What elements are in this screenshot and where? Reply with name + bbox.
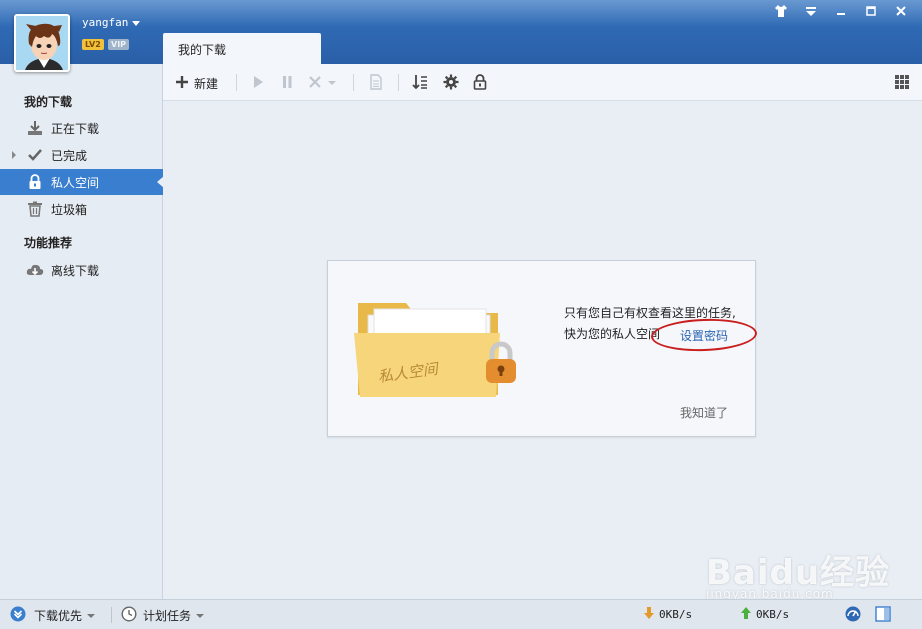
maximize-icon[interactable] [858, 4, 884, 22]
toolbar-divider [398, 74, 399, 91]
properties-button[interactable] [369, 73, 383, 93]
speed-mode-button[interactable] [845, 606, 861, 625]
sidebar-item-offline-download[interactable]: 离线下载 [0, 257, 163, 283]
sidebar-item-label: 离线下载 [51, 263, 100, 278]
minimize-icon[interactable] [828, 4, 854, 22]
sidebar-item-private-space[interactable]: 私人空间 [0, 169, 164, 195]
chevron-down-icon [87, 613, 96, 618]
cloud-download-icon [26, 261, 44, 279]
sidebar-item-trash[interactable]: 垃圾箱 [0, 196, 163, 222]
lock-icon [26, 173, 44, 191]
delete-button[interactable] [308, 73, 336, 93]
username-menu[interactable]: yangfan [82, 16, 141, 29]
sidebar-item-completed[interactable]: 已完成 [0, 142, 163, 168]
dashboard-icon [845, 606, 861, 625]
view-grid-button[interactable] [895, 73, 909, 93]
got-it-link[interactable]: 我知道了 [680, 404, 728, 421]
sidebar: 我的下载 正在下载 已完成 私人空间 垃圾箱 功能推荐 离线下载 [0, 64, 164, 599]
folder-lock-illustration: 私人空间 [354, 295, 534, 405]
new-task-button[interactable]: 新建 [175, 73, 218, 93]
chevron-down-icon [132, 20, 141, 26]
tab-label: 我的下载 [178, 43, 227, 57]
sort-icon [412, 74, 428, 93]
upload-speed-value: 0KB/s [756, 608, 790, 621]
sidebar-item-label: 私人空间 [51, 175, 100, 190]
download-speed: 0KB/s [643, 606, 692, 623]
check-icon [26, 146, 44, 164]
panel-icon [875, 606, 891, 625]
sidebar-section-my-downloads: 我的下载 [24, 95, 73, 109]
toolbar: 新建 [163, 64, 922, 101]
settings-button[interactable] [443, 73, 459, 93]
sort-button[interactable] [412, 73, 428, 93]
sidebar-item-downloading[interactable]: 正在下载 [0, 115, 163, 141]
new-task-label: 新建 [194, 76, 219, 91]
panel-toggle-button[interactable] [875, 606, 891, 625]
chevron-down-icon [196, 613, 205, 618]
private-space-intro-card: 私人空间 只有您自己有权查看这里的任务, 快为您的私人空间 设置密码 我知道了 [327, 260, 758, 437]
expand-arrow-icon[interactable] [12, 151, 16, 159]
sidebar-item-label: 正在下载 [51, 121, 100, 136]
play-icon [251, 75, 265, 92]
menu-icon[interactable] [798, 4, 824, 22]
sidebar-item-label: 垃圾箱 [51, 202, 88, 217]
pause-icon [280, 75, 294, 92]
baidu-watermark: Baidu经验 jingyan.baidu.com [706, 545, 890, 601]
download-priority-button[interactable]: 下载优先 [10, 606, 96, 625]
schedule-label: 计划任务 [143, 609, 192, 623]
avatar[interactable] [14, 14, 70, 72]
document-icon [369, 73, 383, 93]
info-line-2: 快为您的私人空间 [564, 327, 661, 341]
status-bar: 下载优先 计划任务 0KB/s 0KB/s [0, 599, 922, 629]
grid-icon [895, 74, 909, 92]
clock-icon [121, 606, 137, 625]
lock-icon [472, 73, 488, 93]
download-icon [26, 119, 44, 137]
upload-speed: 0KB/s [740, 606, 789, 623]
sidebar-section-recommended: 功能推荐 [24, 236, 73, 250]
username-label: yangfan [82, 16, 129, 29]
plus-icon [175, 75, 189, 92]
start-button[interactable] [251, 73, 265, 93]
trash-icon [26, 200, 44, 218]
pause-button[interactable] [280, 73, 294, 93]
priority-label: 下载优先 [34, 609, 83, 623]
chevron-down-icon[interactable] [328, 81, 336, 85]
vip-badge[interactable]: VIP [108, 39, 130, 50]
set-password-link[interactable]: 设置密码 [680, 327, 728, 344]
skin-icon[interactable] [768, 4, 794, 22]
scheduled-task-button[interactable]: 计划任务 [121, 606, 205, 625]
private-space-button[interactable] [472, 73, 488, 93]
toolbar-divider [236, 74, 237, 91]
arrow-down-icon [643, 606, 655, 623]
priority-icon [10, 606, 26, 625]
tab-my-downloads[interactable]: 我的下载 [163, 33, 321, 64]
title-bar: yangfan LV2 VIP 我的下载 [0, 0, 922, 64]
download-speed-value: 0KB/s [659, 608, 693, 621]
toolbar-divider [353, 74, 354, 91]
level-badge: LV2 [82, 39, 104, 50]
window-controls [768, 4, 914, 22]
gear-icon [443, 74, 459, 93]
arrow-up-icon [740, 606, 752, 623]
delete-x-icon [308, 75, 322, 92]
close-icon[interactable] [888, 4, 914, 22]
sidebar-item-label: 已完成 [51, 148, 88, 163]
status-divider [111, 607, 112, 623]
